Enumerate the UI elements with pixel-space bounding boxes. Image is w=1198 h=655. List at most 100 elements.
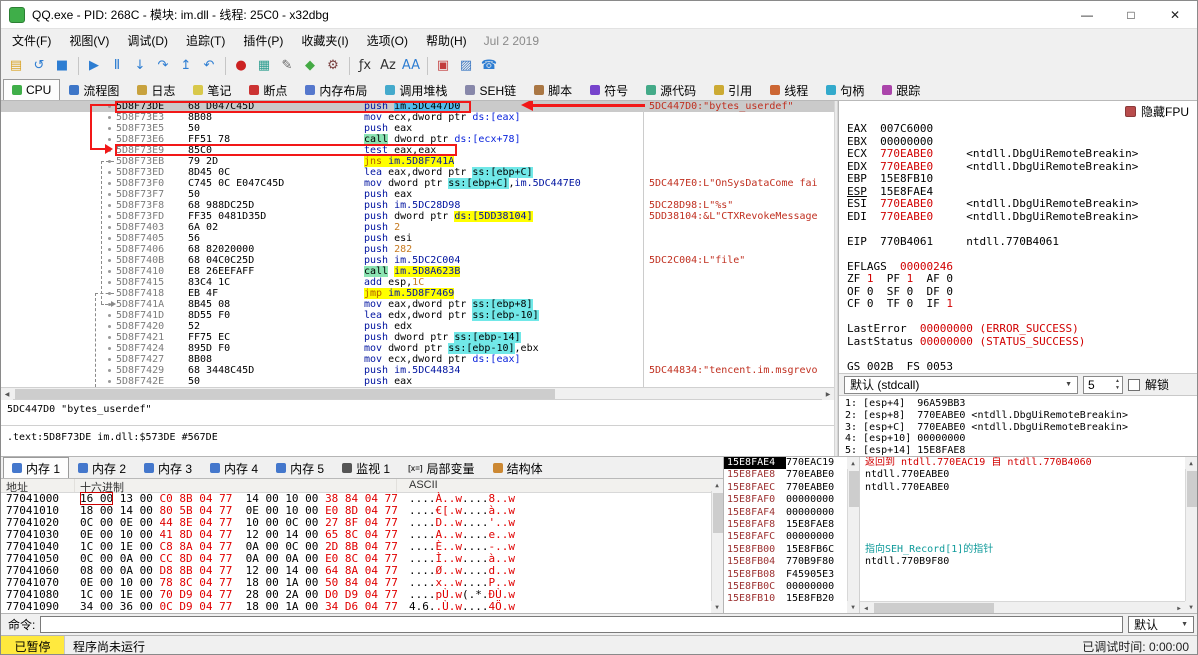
stack-row[interactable]: 15E8FAF8 15E8FAE8 [724,519,847,531]
command-profile-select[interactable]: 默认 ▼ [1128,616,1194,633]
scroll-right-icon[interactable]: ▶ [1173,602,1185,613]
menu-item-选项(O)[interactable]: 选项(O) [358,29,417,52]
tab-SEH链[interactable]: SEH链 [456,79,525,100]
scroll-right-icon[interactable]: ▶ [822,388,834,400]
stack-comment[interactable]: 指向SEH_Record[1]的指针 [860,544,1185,556]
stack-comment[interactable]: ntdll.770EABE0 [860,482,1185,494]
disasm-row[interactable]: 5D8F7403 6A 02 push 2 [1,222,834,233]
disasm-row[interactable]: 5D8F7420 52 push edx [1,321,834,332]
minimize-button[interactable]: — [1065,1,1109,28]
tab-CPU[interactable]: CPU [3,79,61,100]
register-line[interactable]: EDI 770EABE0 <ntdll.DbgUiRemoteBreakin> [847,210,1197,224]
disasm-row[interactable]: 5D8F73E3 8B08 mov ecx,dword ptr ds:[eax] [1,112,834,123]
register-line[interactable]: LastStatus 00000000 (STATUS_SUCCESS) [847,335,1197,349]
disasm-row[interactable]: 5D8F73F0 C745 0C E047C45D mov dword ptr ss… [1,178,834,189]
breakpoint-icon[interactable]: ● [230,55,252,77]
shield-icon[interactable]: ◆ [299,55,321,77]
tab-内存 4[interactable]: 内存 4 [201,457,267,478]
stack-comment[interactable] [860,531,1185,543]
disasm-row[interactable]: 5D8F73F8 68 988DC25D push im.5DC28D98 5DC28… [1,200,834,211]
tab-源代码[interactable]: 源代码 [637,79,705,100]
disasm-row[interactable]: 5D8F7406 68 82020000 push 282 [1,244,834,255]
disasm-row[interactable]: 5D8F741A 8B45 08 mov eax,dword ptr ss:[ebp… [1,299,834,310]
disassembly-hscrollbar[interactable]: ◀ ▶ [1,387,834,400]
argument-line[interactable]: 4: [esp+10] 00000000 [845,433,1197,445]
argument-line[interactable]: 3: [esp+C] 770EABE0 <ntdll.DbgUiRemoteBr… [845,422,1197,434]
clipboard-icon[interactable]: ▨ [455,55,477,77]
step-back-icon[interactable]: ↶ [198,55,220,77]
stack-comments-pane[interactable]: 返回到 ntdll.770EAC19 自 ntdll.770B4060 ntdll… [859,457,1197,613]
disasm-row[interactable]: 5D8F7429 68 3448C45D push im.5DC44834 5DC44… [1,365,834,376]
maximize-button[interactable]: □ [1109,1,1153,28]
hide-fpu-button[interactable]: 隐藏FPU [1141,103,1189,120]
az-icon[interactable]: Az [377,55,399,77]
command-input[interactable] [40,616,1123,633]
open-file-icon[interactable]: ▤ [5,55,27,77]
tab-线程[interactable]: 线程 [761,79,817,100]
hscroll-thumb[interactable] [15,389,555,399]
menu-item-插件(P)[interactable]: 插件(P) [234,29,292,52]
tab-日志[interactable]: 日志 [128,79,184,100]
scroll-left-icon[interactable]: ◀ [860,602,872,613]
comments-hscrollbar[interactable]: ◀ ▶ [860,601,1185,613]
disasm-row[interactable]: 5D8F7405 56 push esi [1,233,834,244]
scroll-down-icon[interactable]: ▼ [847,601,859,613]
tab-内存布局[interactable]: 内存布局 [296,79,376,100]
scroll-up-icon[interactable]: ▲ [847,457,859,469]
phone-icon[interactable]: ☎ [478,55,500,77]
stack-row[interactable]: 15E8FAFC 00000000 [724,531,847,543]
stack-vscroll-thumb[interactable] [849,471,859,507]
close-button[interactable]: ✕ [1153,1,1197,28]
stack-row[interactable]: 15E8FB00 15E8FB6C [724,544,847,556]
tab-内存 3[interactable]: 内存 3 [135,457,201,478]
memory-dump-view[interactable]: 地址 十六进制 ASCII 77041000 16 00 13 00 C0 8B … [1,479,723,613]
stop-icon[interactable]: ■ [51,55,73,77]
tab-结构体[interactable]: 结构体 [484,457,552,478]
disasm-row[interactable]: 5D8F73E5 50 push eax [1,123,834,134]
disasm-row[interactable]: 5D8F7424 895D F0 mov dword ptr ss:[ebp-10]… [1,343,834,354]
menu-item-帮助(H)[interactable]: 帮助(H) [417,29,476,52]
disasm-row[interactable]: 5D8F73E9 85C0 test eax,eax [1,145,834,156]
disasm-row[interactable]: 5D8F73ED 8D45 0C lea eax,dword ptr ss:[ebp… [1,167,834,178]
tab-内存 1[interactable]: 内存 1 [3,457,70,478]
disasm-row[interactable]: 5D8F7415 83C4 1C add esp,1C [1,277,834,288]
stack-comment[interactable] [860,519,1185,531]
disasm-row[interactable]: 5D8F7421 FF75 EC push dword ptr ss:[ebp-14… [1,332,834,343]
menu-item-调试(D)[interactable]: 调试(D) [118,29,177,52]
disasm-row[interactable]: 5D8F742E 50 push eax [1,376,834,387]
stack-row[interactable]: 15E8FAE8 770EABE0 [724,469,847,481]
arg-count-stepper[interactable]: 5 ▲ ▼ [1083,375,1123,394]
menu-item-追踪(T)[interactable]: 追踪(T) [177,29,234,52]
menu-item-视图(V)[interactable]: 视图(V) [60,29,118,52]
disassembly-view[interactable]: 5D8F73DE 68 D047C45D push im.5DC447D0 5DC44… [1,101,834,387]
argument-line[interactable]: 1: [esp+4] 96A59BB3 [845,398,1197,410]
memory-map-icon[interactable]: ▦ [253,55,275,77]
tab-跟踪[interactable]: 跟踪 [873,79,929,100]
scroll-up-icon[interactable]: ▲ [1185,457,1197,469]
settings-gear-icon[interactable]: ⚙ [322,55,344,77]
tab-符号[interactable]: 符号 [581,79,637,100]
tab-监视 1[interactable]: 监视 1 [333,457,399,478]
restart-icon[interactable]: ↺ [28,55,50,77]
tab-流程图[interactable]: 流程图 [60,79,128,100]
tab-引用[interactable]: 引用 [705,79,761,100]
disasm-row[interactable]: 5D8F73DE 68 D047C45D push im.5DC447D0 5DC44… [1,101,834,112]
tab-内存 5[interactable]: 内存 5 [267,457,333,478]
scroll-up-icon[interactable]: ▲ [711,479,723,491]
tab-断点[interactable]: 断点 [240,79,296,100]
stack-comment[interactable]: ntdll.770EABE0 [860,469,1185,481]
comments-vscrollbar[interactable]: ▲ ▼ [1185,457,1197,613]
stack-row[interactable]: 15E8FB08 F45905E3 [724,569,847,581]
fx-icon[interactable]: ƒx [354,55,376,77]
calling-convention-select[interactable]: 默认 (stdcall) ▼ [844,375,1078,394]
disasm-row[interactable]: 5D8F7410 E8 26EEFAFF call im.5D8A623B [1,266,834,277]
stack-row[interactable]: 15E8FB04 770B9F80 [724,556,847,568]
scroll-left-icon[interactable]: ◀ [1,388,13,400]
register-line[interactable]: EIP 770B4061 ntdll.770B4061 [847,235,1197,249]
disasm-row[interactable]: 5D8F73F7 50 push eax [1,189,834,200]
tab-笔记[interactable]: 笔记 [184,79,240,100]
execute-till-return-icon[interactable]: ↥ [175,55,197,77]
chip-icon[interactable]: ▣ [432,55,454,77]
tab-调用堆栈[interactable]: 调用堆栈 [376,79,456,100]
scroll-down-icon[interactable]: ▼ [711,601,723,613]
